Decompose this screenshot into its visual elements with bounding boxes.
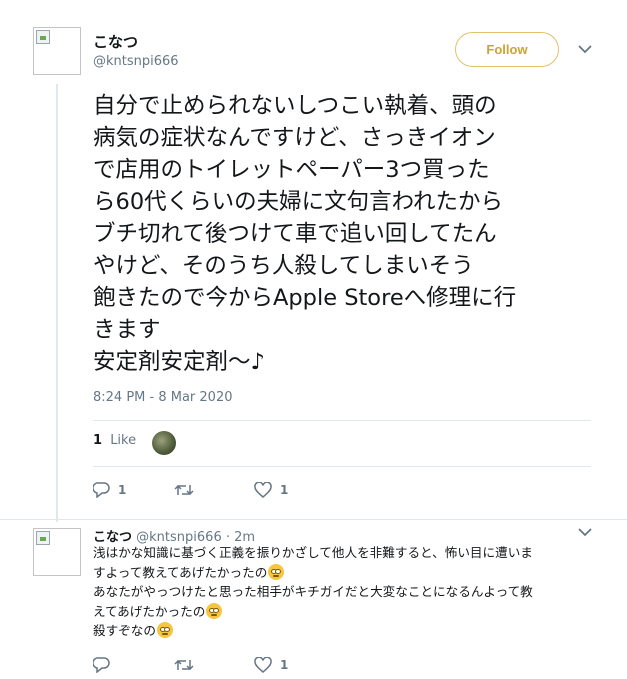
likes-count: 1: [93, 433, 103, 448]
reply-text: 浅はかな知識に基づく正義を振りかざして他人を非難すると、怖い目に遭いま すよって教…: [93, 543, 598, 641]
follow-button[interactable]: Follow: [455, 32, 559, 67]
retweet-button[interactable]: [174, 657, 202, 673]
divider: [93, 466, 591, 467]
tweet-text-line: ら60代くらいの夫婦に文句言われたから: [93, 189, 504, 215]
likes-label: Like: [110, 433, 137, 448]
liker-avatar[interactable]: [152, 431, 176, 455]
reply-count: 1: [118, 483, 127, 497]
author-handle[interactable]: @kntsnpi666: [93, 54, 179, 69]
rolling-eyes-emoji-icon: [268, 563, 285, 580]
likes-count-row[interactable]: 1 Like: [93, 433, 136, 448]
rolling-eyes-emoji-icon: [206, 602, 223, 619]
tweet-text-line: きます: [93, 317, 161, 343]
rolling-eyes-emoji-icon: [156, 622, 173, 638]
tweet-text-line: 病気の症状なんですけど、さっきイオン: [93, 125, 496, 151]
divider: [93, 420, 591, 421]
chevron-down-icon[interactable]: [578, 45, 596, 59]
reply-button[interactable]: [93, 657, 118, 673]
reply-author-avatar[interactable]: [33, 528, 81, 576]
reply-text-segment: 浅はかな知識に基づく正義を振りかざして他人を非難すると、怖い目に遭いま: [93, 545, 533, 560]
reply-text-segment: すよって教えてあげたかったの: [93, 564, 268, 580]
retweet-icon: [174, 657, 194, 673]
like-button[interactable]: 1: [254, 482, 288, 498]
reply-text-line: あなたがやっつけたと思った相手がキチガイだと大変なことになるんよって教: [93, 582, 598, 602]
reply-icon: [93, 657, 110, 673]
broken-image-icon: [36, 531, 50, 545]
chevron-down-icon[interactable]: [578, 528, 596, 542]
like-button[interactable]: 1: [254, 657, 288, 673]
retweet-button[interactable]: [174, 482, 202, 498]
reply-text-line: すよって教えてあげたかったの: [93, 563, 598, 583]
tweet-text-line: で店用のトイレットペーパー3つ買った: [93, 157, 490, 183]
author-avatar[interactable]: [33, 27, 81, 75]
reply-text-segment: あなたがやっつけたと思った相手がキチガイだと大変なことになるんよって教: [93, 584, 533, 599]
like-count: 1: [280, 658, 289, 672]
tweet-text-line: やけど、そのうち人殺してしまいそう: [93, 253, 474, 279]
reply-icon: [93, 482, 110, 498]
reply-text-segment: えてあげたかったの: [93, 603, 206, 619]
broken-image-icon: [36, 30, 50, 44]
reply-text-line: 殺すぞなの: [93, 621, 598, 641]
divider: [0, 519, 627, 520]
thread-line: [56, 84, 58, 522]
heart-icon: [254, 657, 272, 673]
reply-button[interactable]: 1: [93, 482, 126, 498]
tweet-text-line: 飽きたので今からApple Storeへ修理に行: [93, 285, 517, 311]
reply-text-line: えてあげたかったの: [93, 602, 598, 622]
tweet-timestamp[interactable]: 8:24 PM - 8 Mar 2020: [93, 390, 232, 405]
like-count: 1: [280, 483, 289, 497]
author-name[interactable]: こなつ: [93, 31, 138, 52]
tweet-text-line: ブチ切れて後つけて車で追い回してたん: [93, 221, 497, 247]
tweet-text-line: 自分で止められないしつこい執着、頭の: [93, 93, 497, 119]
reply-text-line: 浅はかな知識に基づく正義を振りかざして他人を非難すると、怖い目に遭いま: [93, 543, 598, 563]
reply-text-segment: 殺すぞなの: [93, 623, 156, 638]
tweet-text: 自分で止められないしつこい執着、頭の 病気の症状なんですけど、さっきイオン で店用の…: [93, 90, 593, 378]
heart-icon: [254, 482, 272, 498]
tweet-text-line: 安定剤安定剤〜♪: [93, 349, 265, 375]
retweet-icon: [174, 482, 194, 498]
